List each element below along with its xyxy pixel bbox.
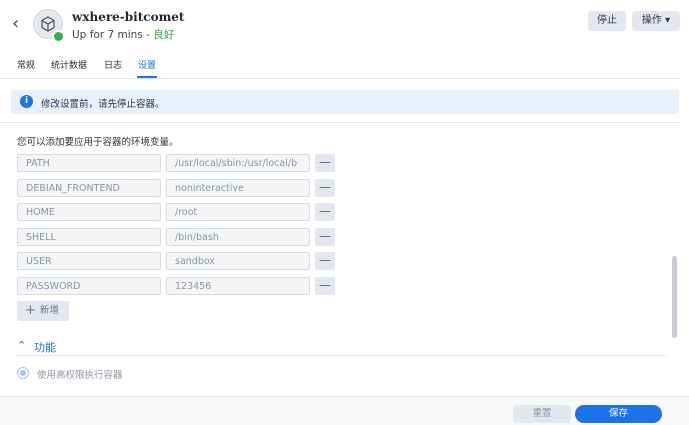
privileged-label: 使用高权限执行容器 [37, 370, 123, 381]
back-arrow-icon[interactable]: ‹ [12, 14, 28, 34]
chevron-up-icon: ⌃ [17, 339, 27, 352]
env-key-field[interactable]: USER [17, 252, 161, 270]
env-row: PATH /usr/local/sbin:/usr/local/b — [17, 154, 337, 174]
remove-row-minus-icon[interactable]: — [315, 277, 335, 295]
save-button[interactable]: 保存 [575, 405, 662, 423]
container-uptime: Up for 7 mins - 良好 [72, 27, 174, 42]
env-row: USER sandbox — [17, 252, 337, 272]
notice-text: 修改设置前，请先停止容器。 [41, 99, 165, 110]
footer-bar: 重置 保存 [0, 396, 689, 425]
tab-bar: 常规 统计数据 日志 设置 [0, 54, 680, 79]
env-row: DEBIAN_FRONTEND noninteractive — [17, 179, 337, 199]
container-title: wxhere-bitcomet [72, 10, 185, 24]
tab-settings[interactable]: 设置 [138, 58, 156, 71]
container-cube-icon [41, 16, 55, 32]
scrollbar-thumb[interactable] [672, 256, 677, 338]
env-value-field[interactable]: /root [166, 203, 310, 221]
tab-log[interactable]: 日志 [104, 58, 122, 71]
remove-row-minus-icon[interactable]: — [315, 179, 335, 197]
health-status: 良好 [153, 29, 175, 41]
env-value-field[interactable]: /usr/local/sbin:/usr/local/b [166, 154, 310, 172]
remove-row-minus-icon[interactable]: — [315, 252, 335, 270]
header: ‹ wxhere-bitcomet Up for 7 mins - 良好 停止 … [0, 0, 689, 54]
env-value-field[interactable]: 123456 [166, 277, 310, 295]
stop-notice-banner: i 修改设置前，请先停止容器。 [11, 90, 679, 114]
section-divider [0, 122, 680, 123]
reset-button[interactable]: 重置 [513, 405, 571, 423]
env-value-field[interactable]: noninteractive [166, 179, 310, 197]
env-key-field[interactable]: PATH [17, 154, 161, 172]
action-menu-button[interactable]: 操作 ▾ [632, 11, 680, 31]
active-tab-indicator [137, 76, 157, 78]
env-value-field[interactable]: sandbox [166, 252, 310, 270]
env-key-field[interactable]: SHELL [17, 228, 161, 246]
remove-row-minus-icon[interactable]: — [315, 203, 335, 221]
env-value-field[interactable]: /bin/bash [166, 228, 310, 246]
add-env-button[interactable]: + 新增 [17, 301, 69, 321]
privileged-radio[interactable] [17, 367, 29, 379]
features-title: 功能 [34, 341, 56, 354]
add-env-label: 新增 [40, 305, 60, 316]
remove-row-minus-icon[interactable]: — [315, 154, 335, 172]
env-description: 您可以添加要应用于容器的环境变量。 [17, 137, 179, 148]
stop-button[interactable]: 停止 [588, 11, 626, 31]
env-row: SHELL /bin/bash — [17, 228, 337, 248]
env-key-field[interactable]: DEBIAN_FRONTEND [17, 179, 161, 197]
info-icon: i [20, 95, 33, 108]
features-divider [17, 355, 667, 356]
tab-general[interactable]: 常规 [17, 58, 35, 71]
tab-statistics[interactable]: 统计数据 [51, 58, 87, 71]
uptime-text: Up for 7 mins - [72, 29, 154, 41]
env-row: PASSWORD 123456 — [17, 277, 337, 297]
env-row: HOME /root — [17, 203, 337, 223]
env-key-field[interactable]: HOME [17, 203, 161, 221]
remove-row-minus-icon[interactable]: — [315, 228, 335, 246]
running-status-dot [52, 30, 65, 43]
plus-icon: + [25, 303, 36, 318]
env-key-field[interactable]: PASSWORD [17, 277, 161, 295]
